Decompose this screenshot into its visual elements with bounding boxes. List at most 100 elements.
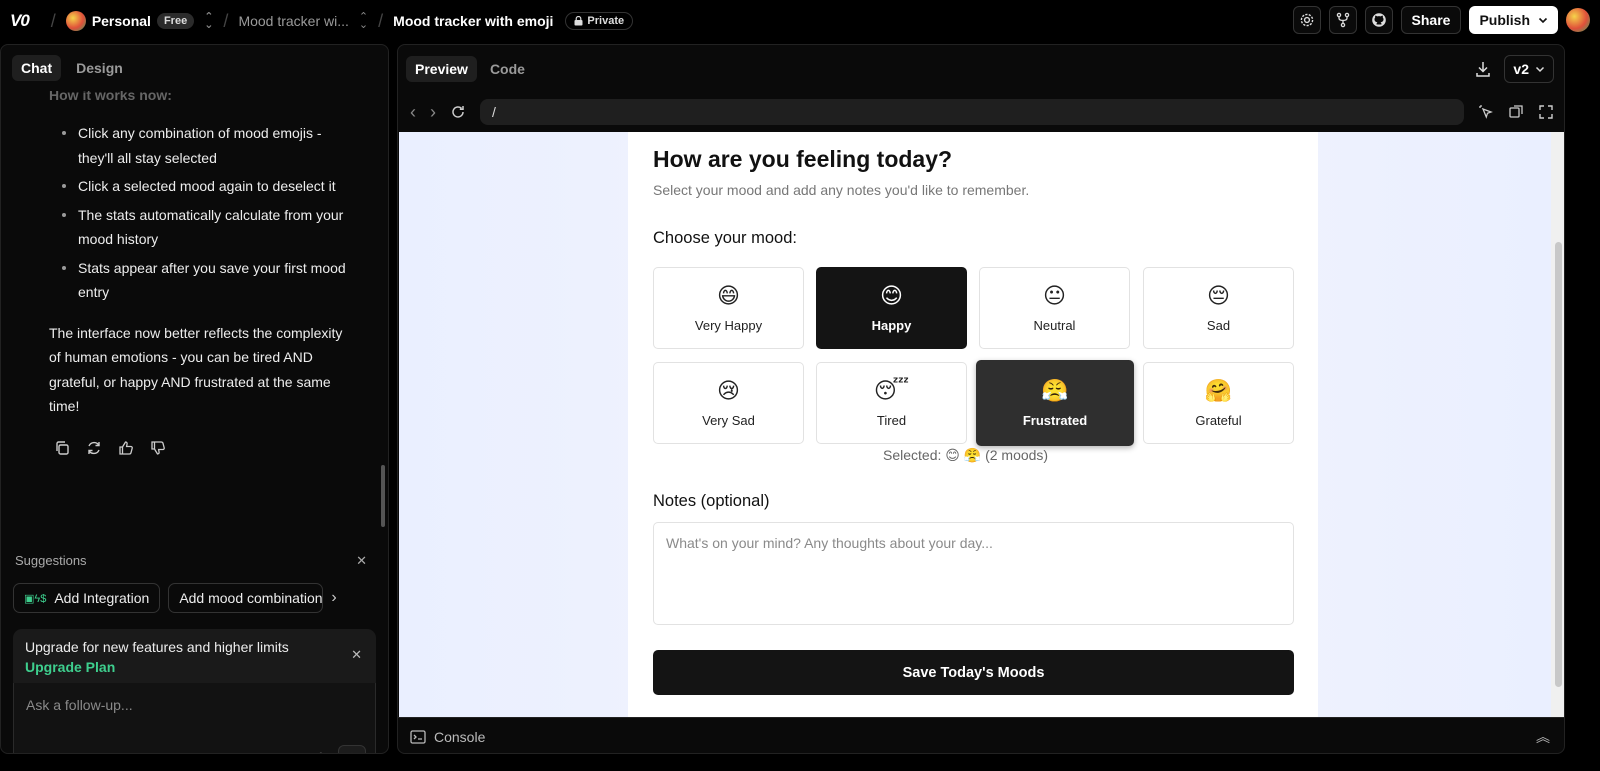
tab-design[interactable]: Design (67, 55, 132, 81)
settings-button[interactable] (1292, 6, 1321, 34)
suggestions-header: Suggestions ✕ (15, 553, 367, 569)
choose-mood-label: Choose your mood: (653, 229, 797, 247)
github-button[interactable] (1364, 6, 1393, 34)
version-selector[interactable]: v2 (1504, 55, 1554, 83)
frustrated-emoji-icon: 😤 (1041, 377, 1069, 403)
preview-actions: v2 (1474, 55, 1554, 83)
mood-option-sad[interactable]: 😔 Sad (1143, 267, 1294, 349)
new-window-icon[interactable] (1508, 104, 1524, 120)
notes-textarea[interactable]: What's on your mind? Any thoughts about … (653, 522, 1294, 625)
plan-badge: Free (156, 13, 195, 29)
refresh-icon[interactable] (450, 104, 466, 120)
mood-tracker-card: How are you feeling today? Select your m… (628, 132, 1318, 717)
mood-option-very-happy[interactable]: 😄 Very Happy (653, 267, 804, 349)
paperclip-icon[interactable] (310, 751, 326, 754)
url-input[interactable]: / (480, 99, 1464, 125)
console-bar[interactable]: Console ︽ (398, 717, 1564, 753)
happy-emoji-icon: 😊 (880, 282, 903, 308)
composer-toolbar: ✦ (28, 745, 366, 754)
mood-option-grateful[interactable]: 🤗 Grateful (1143, 362, 1294, 444)
version-label: v2 (1513, 61, 1529, 77)
page-title: How are you feeling today? (653, 146, 953, 172)
mood-label: Happy (871, 317, 912, 333)
publish-button[interactable]: Publish (1469, 6, 1558, 34)
workspace-switcher[interactable]: Personal Free ⌃ ⌄ (65, 11, 214, 31)
git-fork-icon (1336, 12, 1349, 28)
preview-viewport: How are you feeling today? Select your m… (399, 132, 1551, 717)
chip-label: Add Integration (54, 590, 150, 606)
tab-chat[interactable]: Chat (12, 55, 62, 81)
regenerate-icon[interactable] (85, 439, 103, 457)
composer-input[interactable]: Ask a follow-up... (26, 697, 133, 713)
composer[interactable]: Ask a follow-up... ✦ (13, 683, 376, 754)
expand-console-icon[interactable]: ︽ (1536, 727, 1550, 747)
back-icon[interactable]: ‹ (410, 102, 416, 123)
selected-count: (2 moods) (985, 447, 1049, 463)
mood-label: Grateful (1195, 412, 1242, 428)
thumbs-up-icon[interactable] (117, 439, 135, 457)
message-paragraph: The interface now better reflects the co… (49, 324, 343, 415)
send-button[interactable] (338, 745, 366, 753)
list-item: Click a selected mood again to deselect … (48, 174, 353, 199)
selected-emojis: 😊 😤 (945, 447, 982, 463)
save-moods-button[interactable]: Save Today's Moods (653, 650, 1294, 695)
upgrade-plan-link[interactable]: Upgrade Plan (25, 657, 364, 677)
v0-logo[interactable]: V0 (10, 11, 30, 31)
thumbs-down-icon[interactable] (149, 439, 167, 457)
bullet-list: Click any combination of mood emojis - t… (49, 121, 353, 305)
chevron-right-icon[interactable]: › (331, 583, 336, 613)
browser-bar: ‹ › / (398, 93, 1564, 131)
fork-button[interactable] (1328, 6, 1357, 34)
top-bar: V0 / Personal Free ⌃ ⌄ / Mood tracker wi.… (0, 0, 1600, 42)
chevron-down-icon (1538, 17, 1548, 24)
grateful-emoji-icon: 🤗 (1204, 377, 1233, 403)
mood-label: Tired (876, 412, 907, 428)
selected-prefix: Selected: (883, 447, 942, 463)
share-button[interactable]: Share (1400, 6, 1462, 34)
breadcrumb-separator: / (50, 10, 56, 31)
mood-option-very-sad[interactable]: 😢 Very Sad (653, 362, 804, 444)
chat-title[interactable]: Mood tracker with emoji Private (393, 12, 634, 30)
download-icon[interactable] (1474, 60, 1492, 78)
model-selector[interactable] (28, 751, 64, 753)
breadcrumb-separator: / (378, 10, 384, 31)
chat-messages: How it works now: Click any combination … (1, 91, 373, 536)
page-subtitle: Select your mood and add any notes you'd… (653, 182, 1030, 198)
terminal-icon (410, 729, 426, 744)
chat-scrollbar[interactable] (381, 465, 385, 527)
forward-icon[interactable]: › (430, 102, 436, 123)
suggestion-chip-integration[interactable]: ▣ϟ$ Add Integration (13, 583, 161, 613)
close-upgrade-icon[interactable]: ✕ (351, 645, 362, 665)
preview-panel: Preview Code v2 ‹ › / How are you feelin… (397, 44, 1565, 754)
list-item: Click any combination of mood emojis - t… (48, 121, 353, 170)
mood-label: Neutral (1033, 317, 1076, 333)
fullscreen-icon[interactable] (1538, 104, 1554, 120)
visibility-label: Private (587, 15, 625, 27)
select-element-icon[interactable] (1478, 104, 1494, 120)
scrollbar-thumb[interactable] (1555, 242, 1562, 687)
mood-option-frustrated[interactable]: 😤 Frustrated (976, 360, 1134, 446)
list-item: The stats automatically calculate from y… (48, 203, 353, 252)
sparkles-icon[interactable]: ✦ (286, 751, 298, 754)
publish-label: Publish (1479, 12, 1530, 28)
visibility-badge[interactable]: Private (565, 12, 634, 30)
preview-scrollbar[interactable] (1551, 132, 1564, 717)
suggestion-chip-mood-combinations[interactable]: Add mood combinations (168, 583, 324, 613)
tab-code[interactable]: Code (481, 56, 534, 82)
project-switcher[interactable]: Mood tracker wi... ⌃ ⌄ (238, 11, 369, 31)
chat-panel: Chat Design How it works now: Click any … (0, 44, 389, 754)
workspace-name: Personal (91, 13, 151, 29)
chat-title-text: Mood tracker with emoji (393, 13, 554, 29)
chevron-updown-icon: ⌃ ⌄ (204, 11, 214, 31)
suggestions-row: ▣ϟ$ Add Integration Add mood combination… (13, 583, 373, 613)
mood-option-neutral[interactable]: 😐 Neutral (979, 267, 1130, 349)
close-suggestions-icon[interactable]: ✕ (356, 553, 367, 569)
integration-icons: ▣ϟ$ (24, 592, 47, 605)
mood-option-happy[interactable]: 😊 Happy (816, 267, 967, 349)
chevron-updown-icon: ⌃ ⌄ (358, 11, 369, 31)
tab-preview[interactable]: Preview (406, 56, 477, 82)
copy-icon[interactable] (53, 439, 71, 457)
user-avatar[interactable] (1566, 8, 1590, 32)
selected-summary: Selected: 😊 😤 (2 moods) (883, 447, 1048, 464)
mood-option-tired[interactable]: 😴 Tired (816, 362, 967, 444)
